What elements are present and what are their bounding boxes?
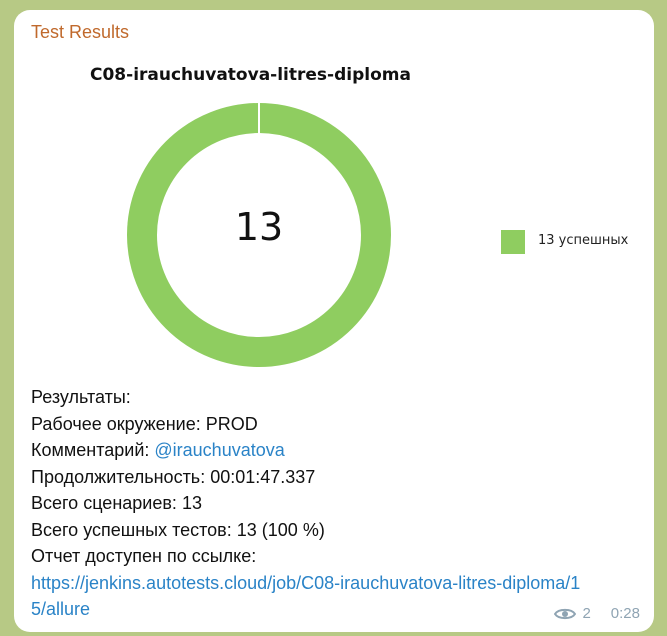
message-meta: 2 0:28 — [554, 605, 640, 622]
user-mention-link[interactable]: @irauchuvatova — [154, 440, 284, 460]
scenarios-value: 13 — [181, 493, 202, 513]
sender-name[interactable]: Test Results — [31, 22, 129, 43]
donut-center-label: 13 — [234, 205, 284, 249]
duration-value: 00:01:47.337 — [210, 466, 316, 487]
results-heading: Результаты: — [31, 387, 131, 407]
message-time: 0:28 — [610, 605, 640, 622]
legend-label-passed: 13 успешных — [538, 233, 629, 248]
passed-value: 13 (100 %) — [236, 519, 325, 540]
report-link[interactable]: https://jenkins.autotests.cloud/job/C08-… — [31, 570, 591, 623]
chart-title: C08-irauchuvatova-litres-diploma — [90, 65, 411, 85]
env-value: PROD — [205, 413, 258, 434]
env-label: Рабочее окружение: — [31, 413, 201, 434]
legend-swatch-passed — [501, 230, 525, 254]
duration-label: Продолжительность: — [31, 466, 206, 487]
results-chart: C08-irauchuvatova-litres-diploma 13 13 у… — [14, 50, 654, 380]
scenarios-label: Всего сценариев: — [31, 493, 177, 513]
comment-label: Комментарий: — [31, 440, 150, 460]
report-label: Отчет доступен по ссылке: — [31, 546, 257, 566]
eye-icon — [554, 608, 577, 619]
results-text: Результаты: Рабочее окружение: PROD Комм… — [31, 384, 641, 623]
passed-label: Всего успешных тестов: — [31, 519, 232, 540]
message-bubble[interactable]: Test Results C08-irauchuvatova-litres-di… — [14, 10, 654, 632]
view-count: 2 — [582, 605, 591, 622]
